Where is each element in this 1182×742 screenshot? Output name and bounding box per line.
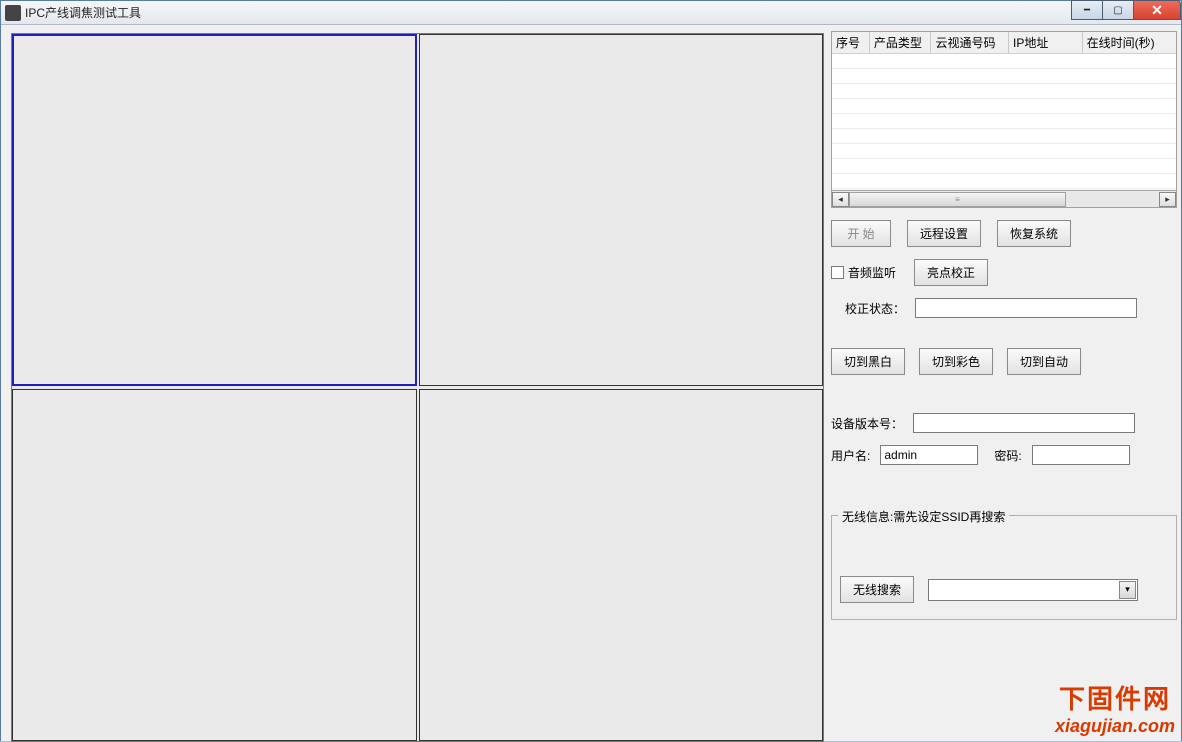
restore-system-button[interactable]: 恢复系统	[997, 220, 1071, 247]
table-row	[832, 159, 1176, 174]
password-label: 密码:	[994, 447, 1021, 464]
scroll-track[interactable]: ≡	[849, 192, 1159, 207]
video-grid	[11, 33, 824, 742]
bright-calib-button[interactable]: 亮点校正	[914, 259, 988, 286]
scroll-right-icon[interactable]: ▸	[1159, 192, 1176, 207]
checkbox-box	[831, 266, 844, 279]
watermark: 下固件网 xiagujian.com	[1055, 679, 1175, 737]
switch-auto-button[interactable]: 切到自动	[1007, 348, 1081, 375]
client-area: 序号 产品类型 云视通号码 IP地址 在线时间(秒)	[1, 25, 1181, 741]
wifi-select[interactable]: ▾	[928, 579, 1138, 601]
scroll-thumb[interactable]: ≡	[849, 192, 1066, 207]
table-row	[832, 114, 1176, 129]
table-row	[832, 144, 1176, 159]
remote-setting-button[interactable]: 远程设置	[907, 220, 981, 247]
maximize-button[interactable]: ▢	[1102, 0, 1134, 20]
table-row	[832, 69, 1176, 84]
watermark-url: xiagujian.com	[1055, 716, 1175, 737]
wifi-fieldset: 无线信息:需先设定SSID再搜索 无线搜索 ▾	[831, 515, 1177, 620]
video-cell-1[interactable]	[12, 34, 417, 386]
start-button[interactable]: 开 始	[831, 220, 891, 247]
calib-status-field[interactable]	[915, 298, 1137, 318]
wifi-search-button[interactable]: 无线搜索	[840, 576, 914, 603]
device-version-label: 设备版本号：	[831, 415, 903, 432]
table-header: 序号 产品类型 云视通号码 IP地址 在线时间(秒)	[832, 32, 1176, 54]
table-row	[832, 99, 1176, 114]
window-controls: ━ ▢ ✕	[1072, 0, 1181, 20]
switch-color-button[interactable]: 切到彩色	[919, 348, 993, 375]
watermark-title: 下固件网	[1055, 679, 1175, 716]
switch-bw-button[interactable]: 切到黑白	[831, 348, 905, 375]
password-field[interactable]	[1032, 445, 1130, 465]
col-ip[interactable]: IP地址	[1009, 32, 1083, 53]
col-cloud-id[interactable]: 云视通号码	[931, 32, 1009, 53]
scroll-left-icon[interactable]: ◂	[832, 192, 849, 207]
video-cell-3[interactable]	[12, 389, 417, 741]
username-label: 用户名:	[831, 447, 870, 464]
audio-monitor-checkbox[interactable]: 音频监听	[831, 264, 896, 281]
window-title: IPC产线调焦测试工具	[25, 4, 141, 21]
col-online-time[interactable]: 在线时间(秒)	[1083, 32, 1176, 53]
minimize-button[interactable]: ━	[1071, 0, 1103, 20]
table-row	[832, 54, 1176, 69]
table-row	[832, 84, 1176, 99]
device-table[interactable]: 序号 产品类型 云视通号码 IP地址 在线时间(秒)	[831, 31, 1177, 191]
username-field[interactable]	[880, 445, 978, 465]
dropdown-icon[interactable]: ▾	[1119, 581, 1136, 599]
col-product-type[interactable]: 产品类型	[870, 32, 932, 53]
main-window: IPC产线调焦测试工具 ━ ▢ ✕ 序号 产品类型 云视通号码 IP地址 在线时…	[0, 0, 1182, 741]
titlebar: IPC产线调焦测试工具 ━ ▢ ✕	[1, 1, 1181, 25]
col-index[interactable]: 序号	[832, 32, 870, 53]
table-row	[832, 174, 1176, 189]
calib-status-label: 校正状态：	[845, 300, 905, 317]
table-body	[832, 54, 1176, 189]
table-hscrollbar[interactable]: ◂ ≡ ▸	[831, 191, 1177, 208]
table-row	[832, 129, 1176, 144]
wifi-legend: 无线信息:需先设定SSID再搜索	[838, 508, 1009, 525]
device-version-field[interactable]	[913, 413, 1135, 433]
app-icon	[5, 5, 21, 21]
audio-monitor-label: 音频监听	[848, 264, 896, 281]
right-panel: 序号 产品类型 云视通号码 IP地址 在线时间(秒)	[831, 31, 1177, 620]
close-button[interactable]: ✕	[1133, 0, 1181, 20]
video-cell-2[interactable]	[419, 34, 823, 386]
video-cell-4[interactable]	[419, 389, 823, 741]
